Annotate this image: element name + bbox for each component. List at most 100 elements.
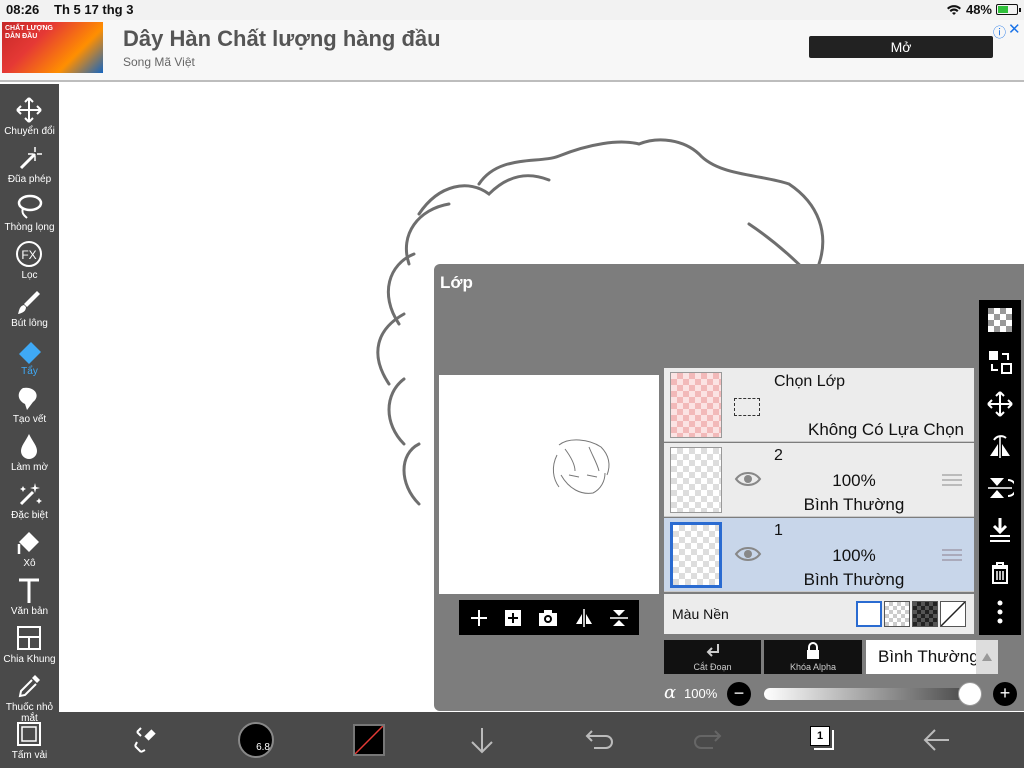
none-slash-icon <box>940 601 966 627</box>
frame-divider-icon <box>17 626 41 650</box>
blend-mode-value: Bình Thường <box>878 647 979 666</box>
arrow-down-icon[interactable] <box>464 722 500 758</box>
bg-transparent-light-swatch[interactable] <box>884 601 910 627</box>
layer-actions-column <box>979 300 1021 635</box>
tool-eyedropper[interactable]: Thuốc nhỏ mắt <box>0 668 59 724</box>
move-icon <box>16 97 42 123</box>
undo-icon[interactable] <box>578 722 614 758</box>
blend-mode-select[interactable]: Bình Thường <box>866 640 998 674</box>
selection-layer-thumbnail <box>670 372 722 438</box>
add-layer-icon[interactable] <box>467 606 491 630</box>
tool-text[interactable]: Văn bản <box>0 572 59 620</box>
tool-bucket[interactable]: Xô <box>0 524 59 572</box>
clipping-label: Cắt Đoạn <box>693 662 732 672</box>
alpha-lock-label: Khóa Alpha <box>789 662 837 672</box>
bg-transparent-dark-swatch[interactable] <box>912 601 938 627</box>
tool-special[interactable]: Đặc biệt <box>0 476 59 524</box>
color-picker-button[interactable] <box>353 724 385 756</box>
layer-transfer-icon[interactable] <box>986 348 1014 376</box>
layer-count: 1 <box>810 726 830 746</box>
tool-lasso[interactable]: Thòng lọng <box>0 188 59 236</box>
close-icon[interactable]: ✕ <box>1008 20 1021 38</box>
ad-title[interactable]: Dây Hàn Chất lượng hàng đầu <box>123 26 441 52</box>
eye-icon[interactable] <box>734 469 762 489</box>
selection-layer-subtitle: Không Có Lựa Chọn <box>808 420 964 439</box>
tool-label: Văn bản <box>10 606 49 617</box>
layer-thumbnail <box>670 522 722 588</box>
opacity-slider-knob[interactable] <box>958 682 982 706</box>
background-color-label: Màu Nền <box>672 606 729 622</box>
brush-size-value: 6.8 <box>256 742 270 753</box>
ad-thumbnail[interactable]: CHẤT LƯỢNG DẪN ĐẦU <box>2 22 103 73</box>
tool-label: Chia Khung <box>3 654 56 665</box>
flip-rotate-horizontal-icon[interactable] <box>986 432 1014 460</box>
tool-move[interactable]: Chuyển đổi <box>0 92 59 140</box>
move-icon[interactable] <box>986 390 1014 418</box>
tool-label: Xô <box>23 558 36 569</box>
lock-icon <box>807 642 819 659</box>
drag-handle-icon[interactable] <box>942 548 962 562</box>
status-time: 08:26 <box>6 2 40 17</box>
ad-banner[interactable]: CHẤT LƯỢNG DẪN ĐẦU Dây Hàn Chất lượng hà… <box>0 20 1024 82</box>
layer-panel-title: Lớp <box>440 273 473 292</box>
layer-number: 2 <box>774 447 783 464</box>
selection-layer-row[interactable]: Chọn Lớp Không Có Lựa Chọn <box>664 368 974 442</box>
layer-number: 1 <box>774 522 783 539</box>
svg-text:FX: FX <box>21 248 36 262</box>
tool-label: Thòng lọng <box>4 222 55 233</box>
checkerboard-icon[interactable] <box>986 306 1014 334</box>
add-layer-copy-icon[interactable] <box>501 606 525 630</box>
bg-white-swatch[interactable] <box>856 601 882 627</box>
tool-label: Tạo vết <box>12 414 47 425</box>
layer-preview <box>439 375 659 594</box>
layer-row-2[interactable]: 2 100% Bình Thường <box>664 443 974 517</box>
tool-magic-wand[interactable]: Đũa phép <box>0 140 59 188</box>
bg-none-swatch[interactable] <box>940 601 966 627</box>
tool-brush[interactable]: Bút lông <box>0 284 59 332</box>
tool-eraser[interactable]: Tẩy <box>0 332 59 380</box>
opacity-minus-button[interactable]: − <box>727 682 751 706</box>
eye-icon[interactable] <box>734 544 762 564</box>
selection-layer-title: Chọn Lớp <box>774 373 845 390</box>
flip-vertical-icon[interactable] <box>607 606 631 630</box>
clipping-button[interactable]: Cắt Đoạn <box>664 640 761 674</box>
trash-icon[interactable] <box>986 558 1014 586</box>
clipping-arrow-icon <box>706 644 719 657</box>
layers-button[interactable]: 1 <box>810 726 836 752</box>
special-icon <box>19 483 42 506</box>
brush-size-indicator[interactable]: 6.8 <box>238 722 274 758</box>
layer-panel: Lớp Chọn Lớp Không Có Lựa Chọn 2 100% Bì… <box>434 264 1024 711</box>
tool-frame-divider[interactable]: Chia Khung <box>0 620 59 668</box>
flip-horizontal-icon[interactable] <box>572 606 596 630</box>
tool-label: Tấm vải <box>11 750 48 761</box>
info-icon[interactable]: ⓘ <box>993 22 1006 41</box>
transform-eraser-icon[interactable] <box>127 722 163 758</box>
ad-open-button[interactable]: Mở <box>809 36 993 58</box>
opacity-plus-button[interactable]: + <box>993 682 1017 706</box>
camera-icon[interactable] <box>536 606 560 630</box>
drag-handle-icon[interactable] <box>942 473 962 487</box>
more-vertical-icon[interactable] <box>986 598 1014 626</box>
ad-thumbnail-text: CHẤT LƯỢNG DẪN ĐẦU <box>5 25 53 40</box>
back-arrow-icon[interactable] <box>919 722 955 758</box>
wifi-icon <box>946 4 961 15</box>
status-date: Th 5 17 thg 3 <box>54 2 134 17</box>
tool-blur[interactable]: Làm mờ <box>0 428 59 476</box>
smudge-icon <box>18 387 37 410</box>
tool-fx[interactable]: FX Lọc <box>0 236 59 284</box>
eyedropper-icon <box>18 675 40 698</box>
alpha-lock-button[interactable]: Khóa Alpha <box>764 640 862 674</box>
ad-subtitle: Song Mã Việt <box>123 55 195 69</box>
opacity-slider[interactable] <box>764 682 982 706</box>
merge-down-icon[interactable] <box>986 516 1014 544</box>
tool-smudge[interactable]: Tạo vết <box>0 380 59 428</box>
brush-icon <box>18 291 40 314</box>
preview-sketch <box>552 439 610 494</box>
tool-canvas[interactable]: Tấm vải <box>0 716 59 764</box>
tool-label: Chuyển đổi <box>4 126 55 137</box>
flip-rotate-vertical-icon[interactable] <box>986 474 1014 502</box>
redo-icon[interactable] <box>693 722 729 758</box>
layer-row-1[interactable]: 1 100% Bình Thường <box>664 518 974 592</box>
chevron-up-icon[interactable] <box>976 640 998 674</box>
battery-percent: 48% <box>965 2 992 17</box>
